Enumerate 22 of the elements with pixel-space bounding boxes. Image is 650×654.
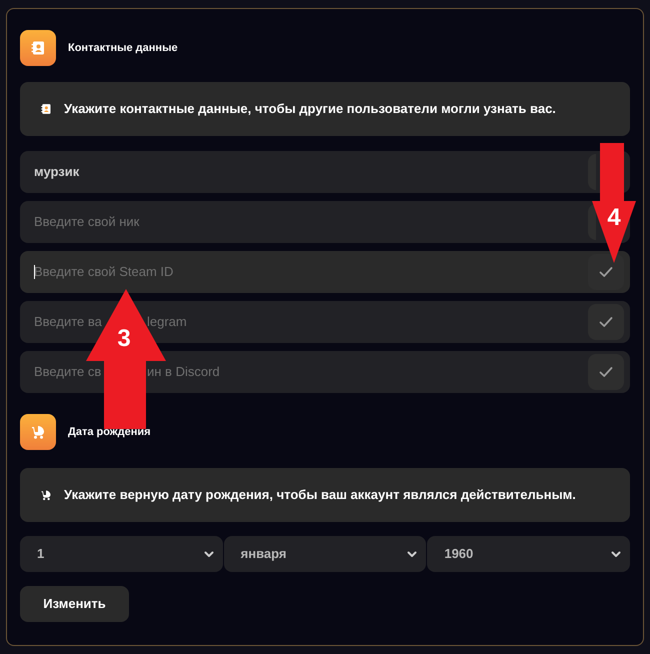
info-text: Укажите верную дату рождения, чтобы ваш аккаунт являлся действительным. [64,486,576,504]
confirm-button[interactable] [588,254,624,290]
confirm-button[interactable] [588,304,624,340]
dropdown[interactable]: 1 [20,536,223,572]
confirm-button[interactable] [588,354,624,390]
stroller-icon [30,424,46,440]
section-title: Контактные данные [68,40,178,56]
text-cursor [34,265,35,279]
checkmark-icon [598,364,614,380]
edit-button[interactable]: Изменить [20,586,129,622]
info-text: Укажите контактные данные, чтобы другие пользователи могли узнать вас. [64,100,556,118]
section-title: Дата рождения [68,424,151,440]
dropdown[interactable]: 1960 [427,536,630,572]
text-field[interactable]: мурзик [20,151,630,193]
contact-card-icon [30,40,46,56]
dropdown[interactable]: января [224,536,426,572]
checkmark-icon [598,264,614,280]
annotation-arrow: 4 [592,143,636,263]
contact-card-icon [40,103,52,115]
stroller-icon [40,489,52,501]
checkmark-icon [598,314,614,330]
confirm-button[interactable] [588,204,596,240]
